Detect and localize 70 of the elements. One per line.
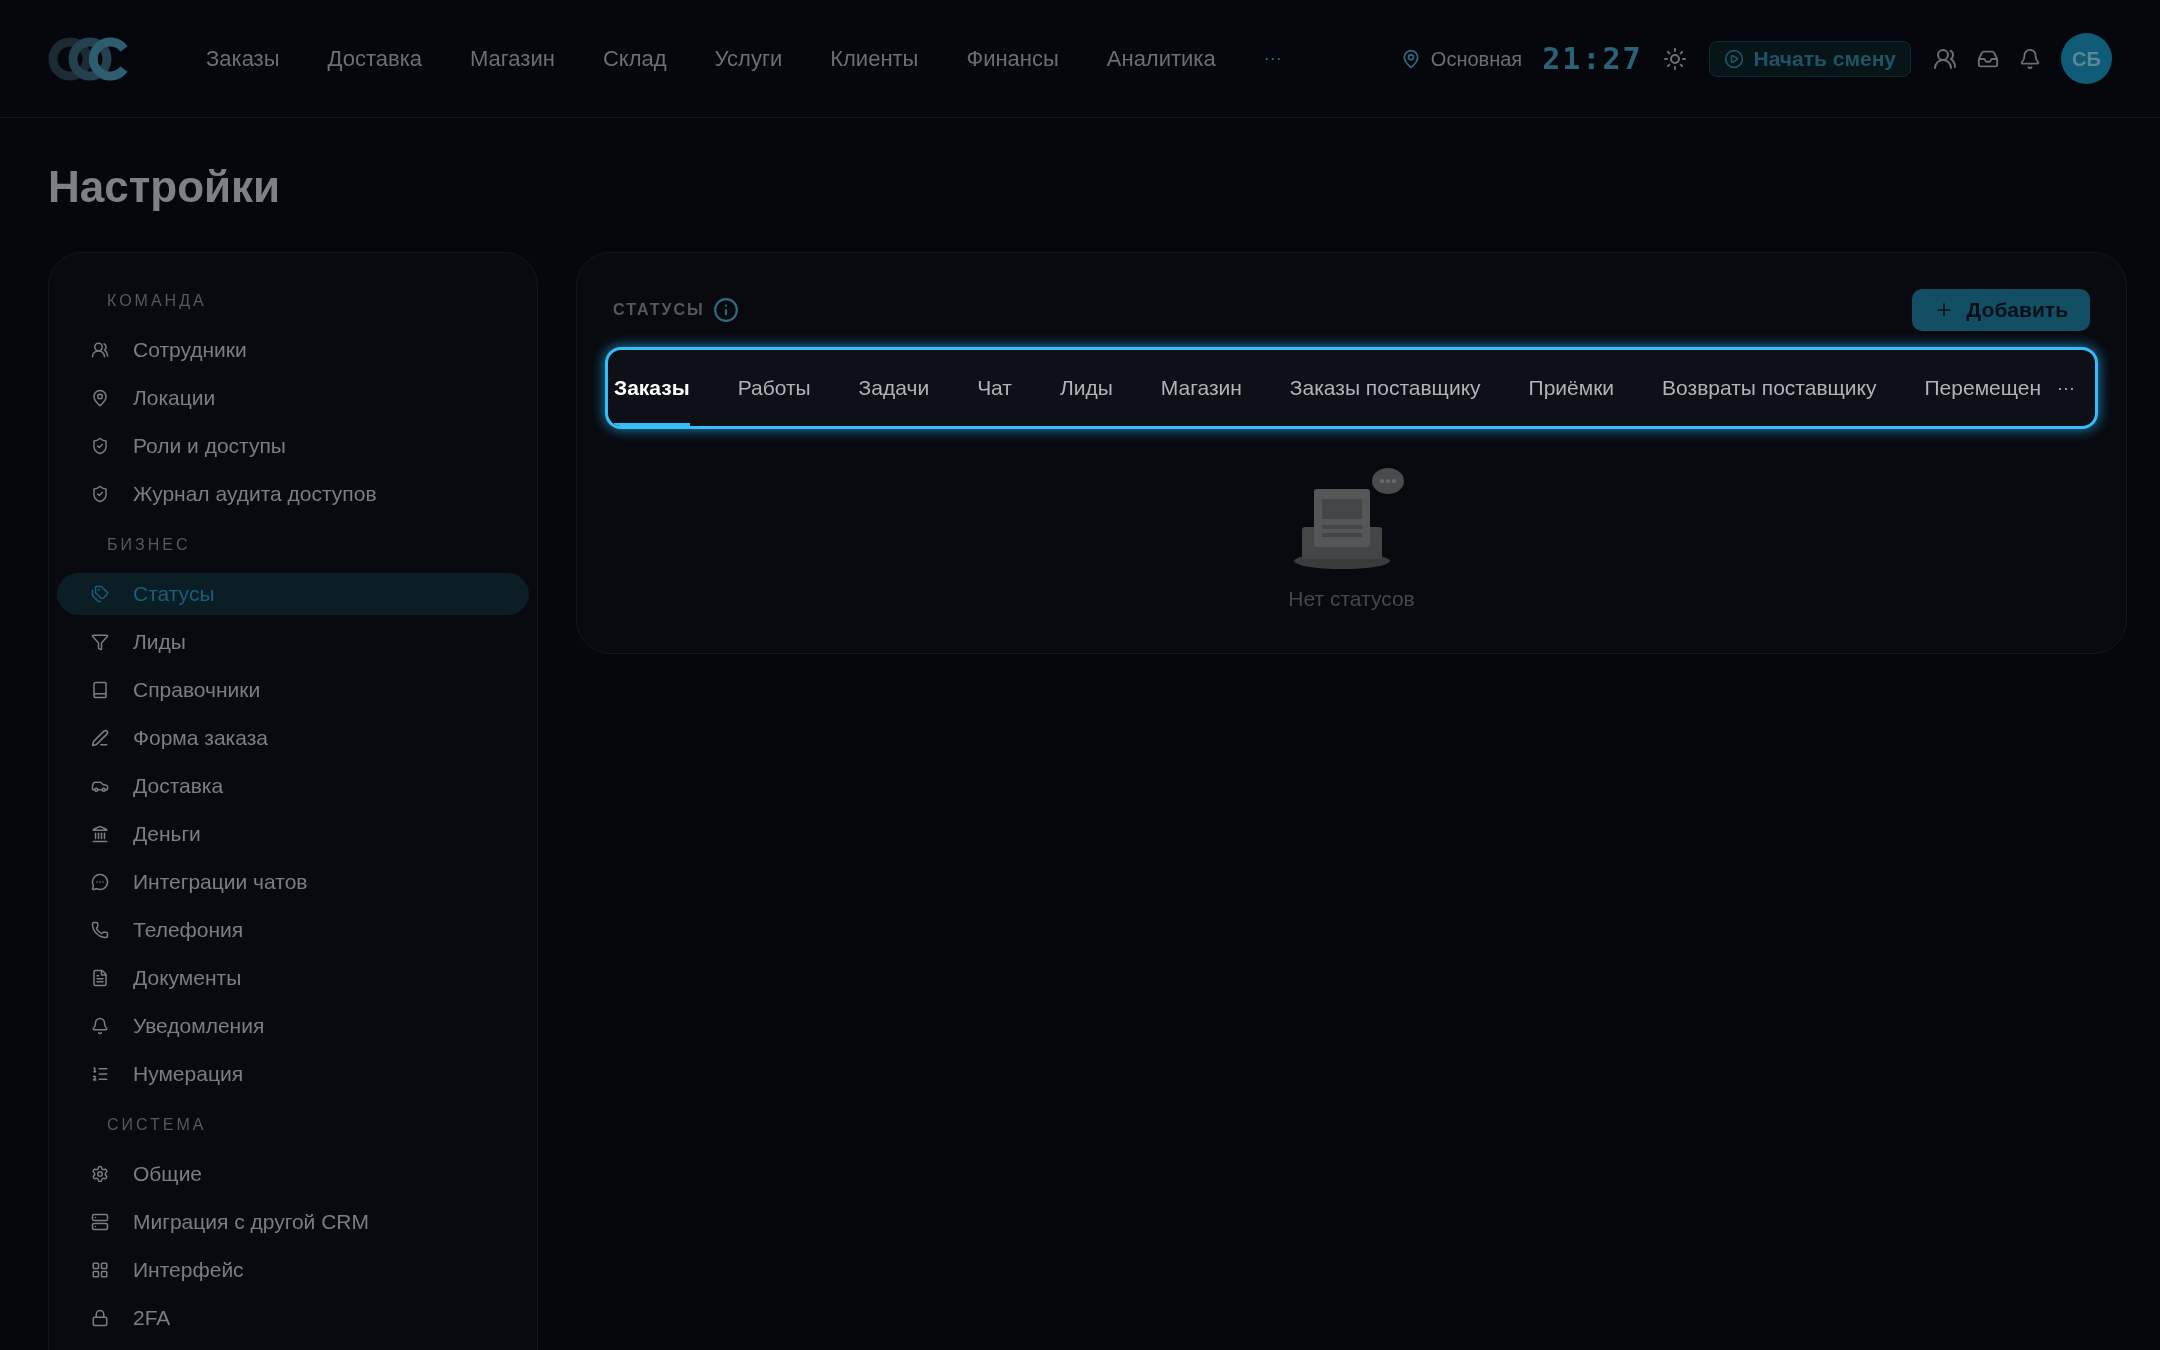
- status-tab[interactable]: Магазин: [1160, 350, 1242, 426]
- section-heading: БИЗНЕС: [106, 535, 192, 555]
- sidebar-item[interactable]: Уведомления: [57, 1005, 529, 1047]
- grid-icon: [91, 1261, 109, 1279]
- status-tab[interactable]: Заказы: [614, 350, 690, 426]
- sidebar-item[interactable]: Форма заказа: [57, 717, 529, 759]
- shield-check-icon: [91, 485, 109, 503]
- status-tab[interactable]: Работы: [737, 350, 811, 426]
- status-tab[interactable]: Задачи: [858, 350, 930, 426]
- notifications-icon[interactable]: [2019, 47, 2041, 70]
- funnel-icon: [91, 633, 109, 651]
- settings-icon: [91, 1165, 109, 1183]
- pen-icon: [91, 729, 109, 747]
- play-icon: [1723, 48, 1744, 69]
- sidebar-item[interactable]: Лиды: [57, 621, 529, 663]
- numbered-list-icon: [91, 1065, 109, 1083]
- status-tab[interactable]: Перемещен: [1924, 350, 2042, 426]
- sidebar-item[interactable]: Нумерация: [57, 1053, 529, 1095]
- nav-link[interactable]: Финансы: [966, 42, 1059, 75]
- section-heading: СИСТЕМА: [106, 1115, 208, 1135]
- section-heading: КОМАНДА: [106, 291, 208, 311]
- users-icon[interactable]: [1933, 46, 1957, 71]
- clock-time: 21:27: [1542, 40, 1643, 78]
- sidebar-item[interactable]: Доставка: [57, 765, 529, 807]
- empty-state-text: Нет статусов: [1288, 586, 1415, 612]
- sidebar-item[interactable]: Миграция с другой CRM: [57, 1201, 529, 1243]
- document-icon: [91, 969, 109, 987]
- more-tabs-button[interactable]: ···: [2057, 374, 2076, 402]
- nav-link[interactable]: Услуги: [714, 42, 783, 75]
- status-tab[interactable]: Приёмки: [1528, 350, 1615, 426]
- sidebar-item[interactable]: Справочники: [57, 669, 529, 711]
- nav-link[interactable]: Магазин: [470, 42, 555, 75]
- sidebar-item[interactable]: 2FA: [57, 1297, 529, 1339]
- map-pin-icon: [91, 389, 109, 407]
- nav-link[interactable]: Аналитика: [1106, 42, 1216, 75]
- tags-icon: [91, 585, 109, 603]
- sidebar-item[interactable]: Локации: [57, 377, 529, 419]
- sidebar-item[interactable]: Роли и доступы: [57, 425, 529, 467]
- theme-toggle-icon[interactable]: [1662, 46, 1687, 71]
- status-tab[interactable]: Чат: [977, 350, 1012, 426]
- sidebar-item[interactable]: Интеграции чатов: [57, 861, 529, 903]
- server-icon: [91, 1213, 109, 1231]
- bell-icon: [91, 1017, 109, 1035]
- status-tab[interactable]: Возвраты поставщику: [1662, 350, 1877, 426]
- sidebar-item[interactable]: Общие: [57, 1153, 529, 1195]
- nav-link[interactable]: Заказы: [206, 42, 280, 75]
- sidebar-item[interactable]: Телефония: [57, 909, 529, 951]
- location-name[interactable]: Основная: [1430, 43, 1523, 74]
- shield-check-icon: [91, 437, 109, 455]
- nav-link[interactable]: Доставка: [327, 42, 422, 75]
- bank-icon: [91, 825, 109, 843]
- status-tab[interactable]: Лиды: [1059, 350, 1113, 426]
- lock-icon: [91, 1309, 109, 1327]
- nav-link[interactable]: Клиенты: [830, 42, 919, 75]
- sidebar-item[interactable]: Сотрудники: [57, 329, 529, 371]
- users-icon: [91, 341, 109, 359]
- sidebar-item[interactable]: Статусы: [57, 573, 529, 615]
- sidebar-item[interactable]: Журнал аудита доступов: [57, 473, 529, 515]
- status-tab[interactable]: Заказы поставщику: [1289, 350, 1481, 426]
- chat-icon: [91, 873, 109, 891]
- sidebar-item[interactable]: Документы: [57, 957, 529, 999]
- sidebar-item[interactable]: Деньги: [57, 813, 529, 855]
- sidebar-item[interactable]: Интерфейс: [57, 1249, 529, 1291]
- info-icon[interactable]: [712, 297, 739, 323]
- nav-link[interactable]: Склад: [602, 42, 667, 75]
- panel-heading: СТАТУСЫ: [613, 300, 705, 320]
- more-button[interactable]: ···: [1263, 45, 1282, 72]
- phone-icon: [91, 921, 109, 939]
- book-icon: [91, 681, 109, 699]
- page-title: Настройки: [47, 161, 282, 213]
